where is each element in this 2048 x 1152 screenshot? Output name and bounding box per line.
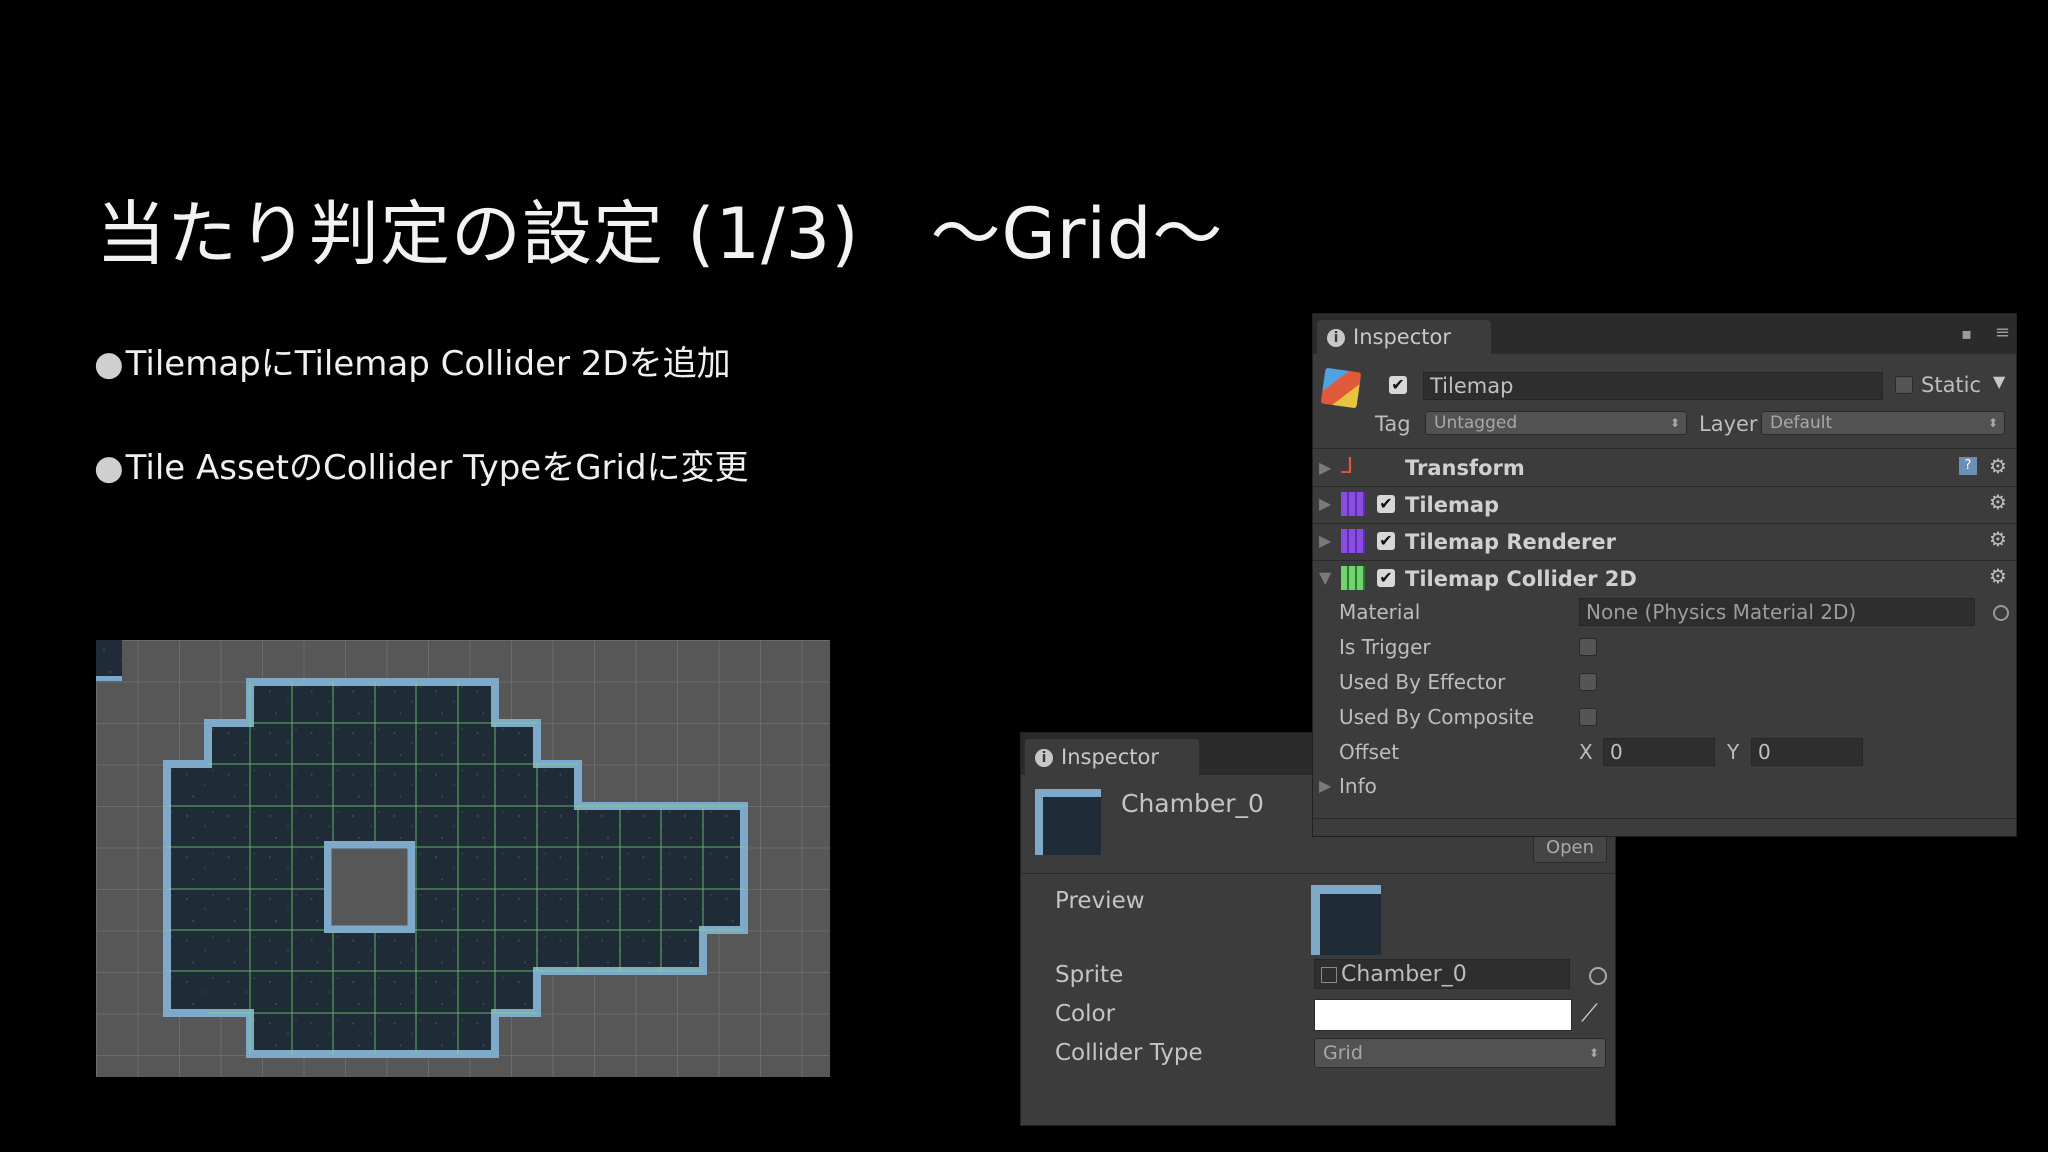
offset-x-value: 0	[1610, 740, 1623, 764]
tilemap-icon	[1341, 492, 1365, 516]
bullet-text-2: Tile AssetのCollider TypeをGridに変更	[125, 448, 749, 488]
eyedropper-icon[interactable]: ⟋	[1581, 999, 1598, 1027]
dropdown-arrow-icon: ⬍	[1669, 416, 1680, 430]
layer-label: Layer	[1699, 412, 1758, 436]
tag-label: Tag	[1375, 412, 1411, 436]
expand-arrow-icon[interactable]: ▶	[1319, 494, 1331, 513]
tilemap-enabled-checkbox[interactable]: ✔	[1377, 495, 1395, 513]
bullet-text-1: TilemapにTilemap Collider 2Dを追加	[125, 344, 731, 384]
sprite-icon	[1321, 967, 1337, 983]
sprite-label: Sprite	[1055, 962, 1124, 988]
tab-label: Inspector	[1061, 745, 1159, 769]
open-button[interactable]: Open	[1533, 833, 1607, 863]
layer-value: Default	[1770, 413, 1833, 433]
component-transform[interactable]: Transform	[1405, 456, 1525, 480]
divider	[1313, 448, 2016, 449]
tilemap-renderer-icon	[1341, 529, 1365, 553]
active-checkbox[interactable]: ✔	[1389, 376, 1407, 394]
tab-label: Inspector	[1353, 325, 1451, 349]
offset-x-label: X	[1579, 740, 1593, 764]
gear-icon[interactable]: ⚙	[1989, 490, 2007, 514]
menu-icon[interactable]: ≡	[1995, 322, 2010, 343]
collider-type-value: Grid	[1323, 1042, 1363, 1064]
open-button-label: Open	[1545, 837, 1595, 858]
expand-arrow-icon[interactable]: ▶	[1319, 458, 1331, 477]
dropdown-arrow-icon: ⬍	[1987, 416, 1998, 430]
divider	[1313, 523, 2016, 524]
info-foldout[interactable]: Info	[1339, 774, 1377, 798]
tab-inspector[interactable]: i Inspector	[1025, 739, 1199, 775]
used-by-effector-label: Used By Effector	[1339, 670, 1506, 694]
color-swatch[interactable]	[1314, 999, 1572, 1031]
used-by-composite-checkbox[interactable]	[1579, 708, 1597, 726]
is-trigger-checkbox[interactable]	[1579, 638, 1597, 656]
divider	[1021, 873, 1615, 874]
bullet-dot: ●	[94, 448, 124, 488]
info-icon: i	[1035, 749, 1053, 767]
collider-type-dropdown[interactable]: Grid ⬍	[1314, 1038, 1606, 1068]
info-icon: i	[1327, 329, 1345, 347]
divider	[1313, 486, 2016, 487]
collider-enabled-checkbox[interactable]: ✔	[1377, 569, 1395, 587]
tab-inspector[interactable]: i Inspector	[1317, 320, 1491, 354]
asset-name: Chamber_0	[1121, 789, 1264, 818]
material-field[interactable]: None (Physics Material 2D)	[1579, 598, 1975, 626]
offset-x-field[interactable]: 0	[1603, 738, 1715, 766]
static-checkbox[interactable]	[1895, 376, 1913, 394]
slide-title: 当たり判定の設定 (1/3) ～Grid～	[96, 193, 1224, 275]
tilemap-inspector: i Inspector ▪ ≡ ✔ Tilemap Static ▼ Tag Un…	[1313, 314, 2016, 836]
bullet-dot: ●	[94, 344, 124, 384]
help-icon[interactable]: ?	[1959, 457, 1977, 475]
color-label: Color	[1055, 1001, 1116, 1027]
scene-view-tilemap[interactable]	[96, 640, 830, 1077]
gear-icon[interactable]: ⚙	[1989, 454, 2007, 478]
component-tilemap-collider-2d[interactable]: Tilemap Collider 2D	[1405, 567, 1637, 591]
divider	[1313, 818, 2016, 819]
renderer-enabled-checkbox[interactable]: ✔	[1377, 532, 1395, 550]
collider-type-label: Collider Type	[1055, 1040, 1203, 1066]
sprite-field[interactable]: Chamber_0	[1314, 959, 1570, 989]
material-label: Material	[1339, 600, 1421, 624]
offset-y-value: 0	[1758, 740, 1771, 764]
material-value: None (Physics Material 2D)	[1586, 600, 1857, 624]
static-dropdown-icon[interactable]: ▼	[1993, 372, 2005, 391]
offset-y-field[interactable]: 0	[1751, 738, 1863, 766]
tilemap-graphic	[96, 640, 748, 1058]
transform-icon: ⅃	[1341, 454, 1354, 479]
lock-icon[interactable]: ▪	[1961, 324, 1972, 343]
collapse-arrow-icon[interactable]: ▼	[1319, 568, 1331, 587]
tilemap-collider-icon	[1341, 566, 1365, 590]
tag-dropdown[interactable]: Untagged ⬍	[1425, 411, 1687, 435]
static-label: Static	[1921, 373, 1982, 397]
used-by-effector-checkbox[interactable]	[1579, 673, 1597, 691]
object-name-value: Tilemap	[1430, 374, 1514, 398]
used-by-composite-label: Used By Composite	[1339, 705, 1535, 729]
layer-dropdown[interactable]: Default ⬍	[1761, 411, 2005, 435]
gear-icon[interactable]: ⚙	[1989, 564, 2007, 588]
is-trigger-label: Is Trigger	[1339, 635, 1431, 659]
tab-bar: i Inspector ▪ ≡	[1313, 314, 2016, 354]
bullet-item-1: ●TilemapにTilemap Collider 2Dを追加	[94, 336, 731, 385]
component-tilemap[interactable]: Tilemap	[1405, 493, 1499, 517]
gameobject-icon	[1320, 367, 1362, 409]
offset-y-label: Y	[1727, 740, 1740, 764]
gear-icon[interactable]: ⚙	[1989, 527, 2007, 551]
divider	[1313, 560, 2016, 561]
sprite-preview	[1311, 885, 1381, 955]
component-tilemap-renderer[interactable]: Tilemap Renderer	[1405, 530, 1616, 554]
preview-label: Preview	[1055, 888, 1145, 914]
offset-label: Offset	[1339, 740, 1400, 764]
tag-value: Untagged	[1434, 413, 1518, 433]
sprite-value: Chamber_0	[1341, 962, 1467, 987]
asset-thumbnail	[1035, 789, 1101, 855]
object-picker-icon[interactable]	[1589, 967, 1607, 985]
object-name-field[interactable]: Tilemap	[1423, 372, 1883, 400]
object-picker-icon[interactable]	[1993, 605, 2009, 621]
dropdown-arrow-icon: ⬍	[1588, 1046, 1599, 1060]
expand-arrow-icon[interactable]: ▶	[1319, 531, 1331, 550]
bullet-item-2: ●Tile AssetのCollider TypeをGridに変更	[94, 440, 749, 489]
expand-arrow-icon[interactable]: ▶	[1319, 776, 1331, 795]
